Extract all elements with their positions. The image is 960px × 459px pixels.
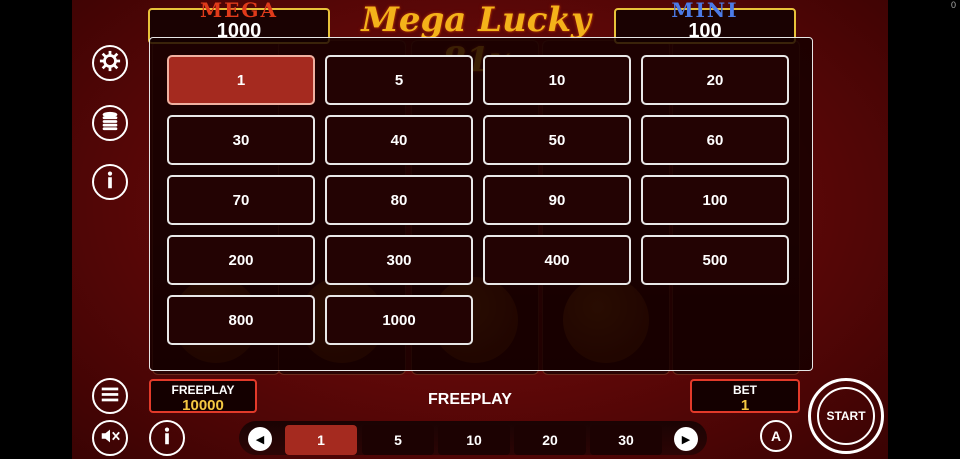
freeplay-value: 10000 xyxy=(182,397,224,414)
start-inner-ring: START xyxy=(817,387,875,445)
bet-prev-button[interactable]: ◀ xyxy=(248,427,272,451)
mega-jackpot-label: MEGA xyxy=(200,0,278,22)
gear-icon xyxy=(99,50,121,77)
menu-icon xyxy=(99,383,121,410)
sound-muted-icon xyxy=(99,425,121,452)
bet-option[interactable]: 50 xyxy=(483,115,631,165)
start-button[interactable]: START xyxy=(808,378,884,454)
bet-option[interactable]: 100 xyxy=(641,175,789,225)
bet-option[interactable]: 10 xyxy=(483,55,631,105)
freeplay-label: FREEPLAY xyxy=(171,383,235,397)
bet-option[interactable]: 20 xyxy=(641,55,789,105)
mode-status-text: FREEPLAY xyxy=(428,391,512,408)
corner-counter: 0 xyxy=(950,0,956,10)
settings-button[interactable] xyxy=(92,45,128,81)
bet-option[interactable]: 80 xyxy=(325,175,473,225)
coins-button[interactable] xyxy=(92,105,128,141)
bet-option[interactable]: 300 xyxy=(325,235,473,285)
bet-next-button[interactable]: ▶ xyxy=(674,427,698,451)
quick-bet-option[interactable]: 1 xyxy=(285,425,357,455)
info-icon xyxy=(156,425,178,452)
quick-bet-option[interactable]: 20 xyxy=(514,425,586,455)
bet-display: BET 1 xyxy=(690,379,800,414)
chevron-left-icon: ◀ xyxy=(255,433,265,446)
start-label: START xyxy=(826,409,866,423)
game-logo: Mega Lucky 81x xyxy=(361,0,591,80)
bet-option[interactable]: 200 xyxy=(167,235,315,285)
quick-bet-option[interactable]: 5 xyxy=(362,425,434,455)
coin-stack-icon xyxy=(99,110,121,137)
bet-option[interactable]: 70 xyxy=(167,175,315,225)
bet-option[interactable]: 5 xyxy=(325,55,473,105)
chevron-right-icon: ▶ xyxy=(681,433,691,446)
bet-option[interactable]: 800 xyxy=(167,295,315,345)
bet-option[interactable]: 30 xyxy=(167,115,315,165)
paytable-info-button[interactable] xyxy=(149,420,185,456)
bet-option[interactable]: 90 xyxy=(483,175,631,225)
bet-option[interactable]: 1 xyxy=(167,55,315,105)
mini-jackpot-label: MINI xyxy=(671,0,739,22)
sound-toggle-button[interactable] xyxy=(92,420,128,456)
freeplay-balance: FREEPLAY 10000 xyxy=(149,379,257,414)
quick-bet-option[interactable]: 30 xyxy=(590,425,662,455)
bet-option[interactable]: 1000 xyxy=(325,295,473,345)
autoplay-label: A xyxy=(770,428,782,444)
bet-option[interactable]: 400 xyxy=(483,235,631,285)
bet-label: BET xyxy=(733,383,757,397)
info-button[interactable] xyxy=(92,164,128,200)
game-stage: MEGA 1000 Mega Lucky 81x MINI 100 151020… xyxy=(72,0,888,459)
bet-option[interactable]: 500 xyxy=(641,235,789,285)
info-icon xyxy=(99,169,121,196)
bet-value: 1 xyxy=(740,397,750,414)
menu-button[interactable] xyxy=(92,378,128,414)
bet-option[interactable]: 60 xyxy=(641,115,789,165)
quick-bet-option[interactable]: 10 xyxy=(438,425,510,455)
bet-option[interactable]: 40 xyxy=(325,115,473,165)
autoplay-button[interactable]: A xyxy=(760,420,792,452)
